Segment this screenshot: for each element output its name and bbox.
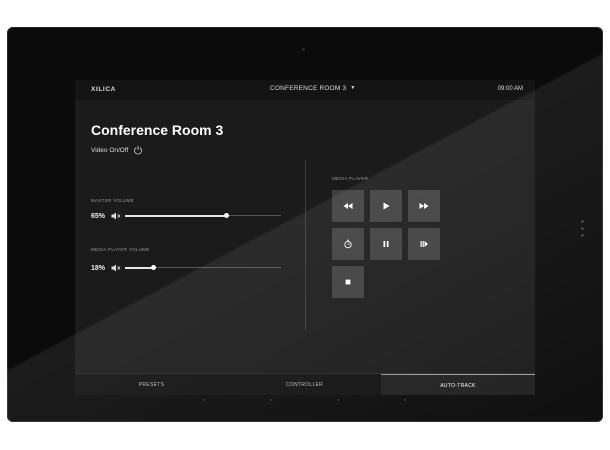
pause-icon <box>383 241 389 247</box>
room-selector-label: CONFERENCE ROOM 3 <box>270 85 347 92</box>
rewind-button[interactable] <box>332 190 364 222</box>
room-selector[interactable]: CONFERENCE ROOM 3 ▼ <box>270 85 356 92</box>
master-volume-slider[interactable] <box>125 211 281 221</box>
play-button[interactable] <box>370 190 402 222</box>
indicator-dot <box>581 234 584 237</box>
bottom-tab-bar: PRESETS CONTROLLER AUTO-TRACK <box>75 373 535 395</box>
pause-button[interactable] <box>370 228 402 260</box>
sensor-dot <box>404 399 406 401</box>
page-title: Conference Room 3 <box>91 122 224 138</box>
fast-forward-icon <box>419 203 429 209</box>
master-volume-label: MASTER VOLUME <box>91 198 134 203</box>
slider-fill <box>125 214 227 217</box>
clock: 09:00 AM <box>497 86 523 92</box>
indicator-dot <box>581 220 584 223</box>
touch-screen: XILICA CONFERENCE ROOM 3 ▼ 09:00 AM Confe… <box>75 80 535 395</box>
play-icon <box>383 202 390 210</box>
media-player-volume-value: 18% <box>91 264 106 272</box>
stop-icon <box>345 279 351 285</box>
touch-panel-device: XILICA CONFERENCE ROOM 3 ▼ 09:00 AM Confe… <box>7 27 603 422</box>
master-volume-row: 65% <box>91 211 281 221</box>
tab-auto-track[interactable]: AUTO-TRACK <box>381 374 535 395</box>
camera-dot <box>302 48 305 51</box>
fast-forward-button[interactable] <box>408 190 440 222</box>
step-forward-icon <box>420 241 428 247</box>
rewind-icon <box>343 203 353 209</box>
media-player-volume-row: 18% <box>91 263 281 273</box>
video-toggle-label: Video On/Off <box>91 146 129 154</box>
step-forward-button[interactable] <box>408 228 440 260</box>
sensor-dot <box>270 399 272 401</box>
master-volume-value: 65% <box>91 212 106 220</box>
panel-divider <box>305 160 306 330</box>
indicator-dot <box>581 227 584 230</box>
tab-presets[interactable]: PRESETS <box>75 374 228 395</box>
stop-button[interactable] <box>332 266 364 298</box>
media-player-volume-slider[interactable] <box>125 263 281 273</box>
slider-knob[interactable] <box>224 213 230 218</box>
slider-knob[interactable] <box>151 265 157 270</box>
sensor-dot <box>337 399 339 401</box>
tab-controller[interactable]: CONTROLLER <box>228 374 381 395</box>
timer-button[interactable] <box>332 228 364 260</box>
brand-logo: XILICA <box>91 86 116 93</box>
chevron-down-icon: ▼ <box>350 85 356 91</box>
video-toggle-row: Video On/Off <box>91 145 143 155</box>
power-icon[interactable] <box>133 145 143 155</box>
media-player-volume-label: MEDIA PLAYER VOLUME <box>91 247 150 252</box>
slider-fill <box>125 266 154 269</box>
media-player-label: MEDIA PLAYER <box>332 176 369 181</box>
top-bar: XILICA CONFERENCE ROOM 3 ▼ 09:00 AM <box>75 80 535 100</box>
mute-icon[interactable] <box>111 212 121 220</box>
sensor-dot <box>203 399 205 401</box>
mute-icon[interactable] <box>111 264 121 272</box>
timer-icon <box>344 239 352 249</box>
